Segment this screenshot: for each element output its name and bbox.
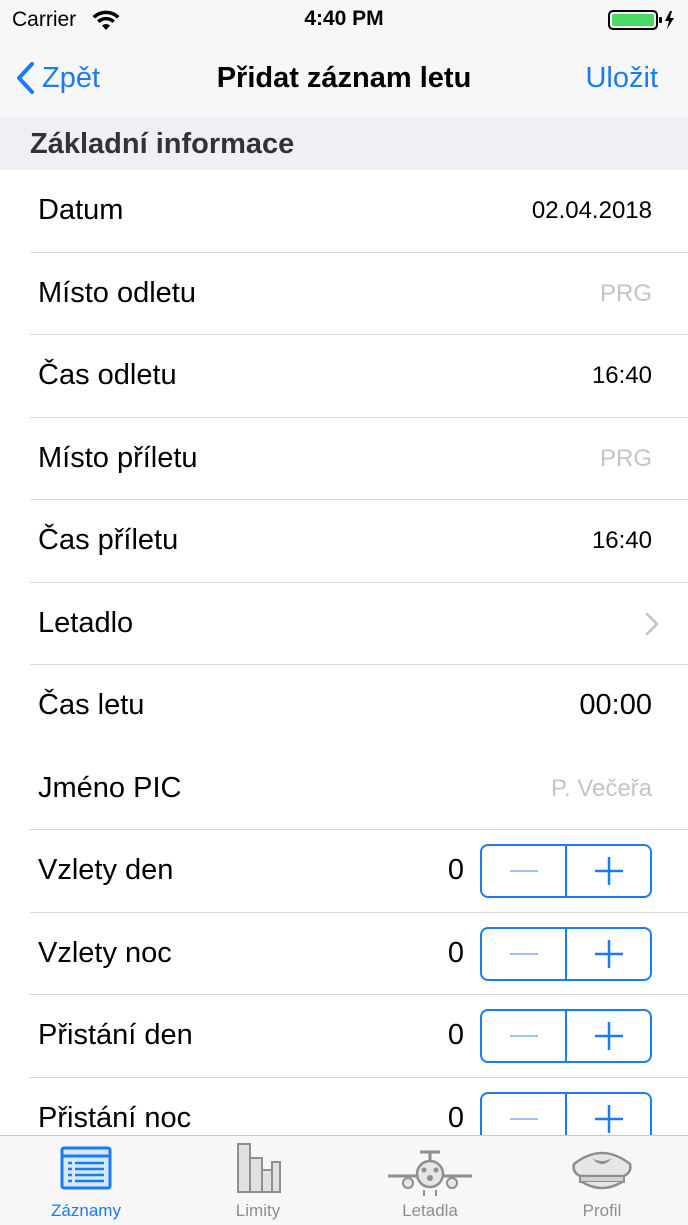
arrival-place-input[interactable]: PRG — [600, 445, 652, 473]
flight-time-row[interactable]: Čas letu 00:00 — [30, 665, 688, 748]
takeoffs-day-row: Vzlety den 0 — [30, 830, 688, 913]
takeoffs-night-count: 0 — [447, 936, 464, 969]
decrement-button[interactable] — [482, 1011, 565, 1061]
flight-time-value[interactable]: 00:00 — [579, 689, 652, 722]
tab-limits-label: Limity — [235, 1201, 281, 1220]
decrement-button[interactable] — [482, 1094, 565, 1136]
departure-place-label: Místo odletu — [38, 276, 196, 309]
increment-button[interactable] — [565, 846, 650, 896]
takeoffs-day-stepper[interactable] — [480, 844, 652, 898]
landings-night-count: 0 — [447, 1101, 464, 1134]
plus-icon — [594, 939, 623, 968]
decrement-button[interactable] — [482, 929, 565, 979]
takeoffs-night-row: Vzlety noc 0 — [30, 913, 688, 995]
flight-time-label: Čas letu — [38, 689, 145, 721]
plus-icon — [594, 1022, 623, 1050]
landings-day-stepper[interactable] — [480, 1009, 652, 1063]
minus-icon — [509, 1035, 538, 1037]
pic-name-label: Jméno PIC — [38, 771, 182, 804]
tab-aircraft-label: Letadla — [402, 1201, 458, 1220]
aircraft-label: Letadlo — [38, 606, 134, 639]
takeoffs-day-label: Vzlety den — [38, 854, 174, 886]
departure-time-label: Čas odletu — [38, 359, 177, 391]
pilot-cap-icon — [572, 1151, 632, 1190]
departure-place-input[interactable]: PRG — [600, 280, 652, 308]
takeoffs-night-stepper[interactable] — [480, 926, 652, 981]
landings-day-count: 0 — [447, 1019, 464, 1051]
arrival-place-row[interactable]: Místo příletu PRG — [30, 418, 688, 500]
landings-night-stepper[interactable] — [480, 1091, 652, 1136]
takeoffs-night-label: Vzlety noc — [38, 936, 172, 969]
section-title: Základní informace — [30, 128, 295, 160]
aircraft-row[interactable]: Letadlo — [30, 583, 688, 665]
flight-form: Datum 02.04.2018 Místo odletu PRG Čas od… — [0, 170, 688, 1135]
battery-charging-icon — [608, 10, 674, 30]
landings-night-label: Přistání noc — [38, 1101, 192, 1134]
arrival-time-row[interactable]: Čas příletu 16:40 — [30, 500, 688, 583]
landings-night-row: Přistání noc 0 — [30, 1078, 688, 1136]
minus-icon — [509, 952, 538, 955]
date-value[interactable]: 02.04.2018 — [532, 197, 652, 225]
tab-profile[interactable]: Profil — [516, 1136, 688, 1225]
pic-name-input[interactable]: P. Večeřa — [551, 775, 652, 803]
landings-day-row: Přistání den 0 — [30, 995, 688, 1078]
tab-limits[interactable]: Limity — [172, 1136, 344, 1225]
tab-records[interactable]: Záznamy — [0, 1136, 172, 1225]
minus-icon — [509, 870, 538, 872]
chevron-right-icon — [645, 612, 659, 635]
navigation-bar: Zpět Přidat záznam letu Uložit — [0, 40, 688, 118]
plus-icon — [594, 1104, 623, 1133]
bar-chart-icon — [237, 1143, 281, 1193]
date-row[interactable]: Datum 02.04.2018 — [30, 170, 688, 253]
increment-button[interactable] — [565, 928, 650, 979]
tab-bar: Záznamy Limity Letadla Profil — [0, 1135, 688, 1225]
tab-aircraft[interactable]: Letadla — [344, 1136, 516, 1225]
records-list-icon — [60, 1146, 112, 1190]
airplane-icon — [388, 1150, 472, 1196]
arrival-place-label: Místo příletu — [38, 441, 198, 474]
departure-time-row[interactable]: Čas odletu 16:40 — [30, 335, 688, 418]
arrival-time-value[interactable]: 16:40 — [592, 527, 652, 555]
tab-records-label: Záznamy — [51, 1201, 121, 1220]
section-header: Základní informace — [0, 118, 688, 170]
decrement-button[interactable] — [482, 846, 565, 896]
clock: 4:40 PM — [304, 7, 384, 30]
departure-time-value[interactable]: 16:40 — [592, 362, 652, 390]
takeoffs-day-count: 0 — [447, 854, 464, 886]
tab-profile-label: Profil — [582, 1201, 622, 1220]
plus-icon — [594, 857, 623, 885]
arrival-time-label: Čas příletu — [38, 524, 179, 556]
date-label: Datum — [38, 194, 124, 226]
minus-icon — [509, 1117, 538, 1120]
increment-button[interactable] — [565, 1011, 650, 1061]
status-bar: Carrier 4:40 PM — [0, 0, 688, 40]
save-button[interactable]: Uložit — [585, 62, 658, 95]
pic-name-row[interactable]: Jméno PIC P. Večeřa — [30, 748, 688, 830]
landings-day-label: Přistání den — [38, 1019, 193, 1051]
departure-place-row[interactable]: Místo odletu PRG — [30, 253, 688, 335]
increment-button[interactable] — [565, 1093, 650, 1135]
